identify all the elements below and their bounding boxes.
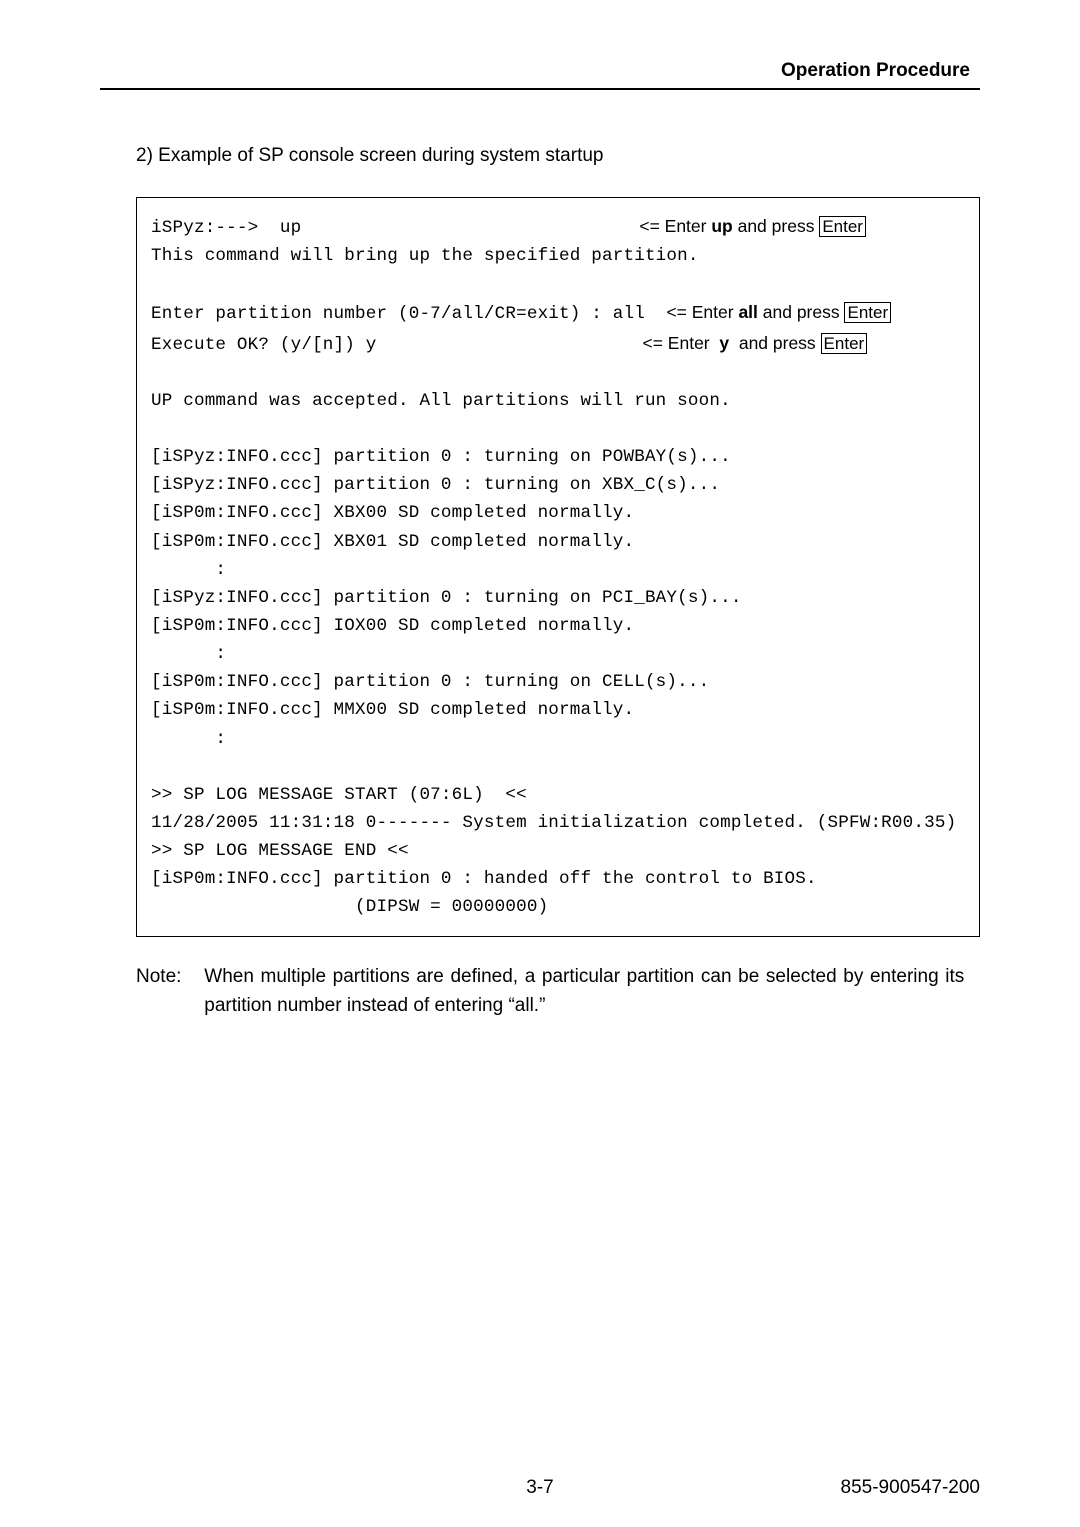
console-line: :	[151, 560, 226, 580]
console-line: >> SP LOG MESSAGE START (07:6L) <<	[151, 785, 527, 805]
console-line: iSPyz:---> up <= Enter up and press Enter	[151, 218, 866, 238]
console-line: >> SP LOG MESSAGE END <<	[151, 841, 409, 861]
console-line: [iSP0m:INFO.ccc] XBX01 SD completed norm…	[151, 532, 634, 552]
console-line: [iSPyz:INFO.ccc] partition 0 : turning o…	[151, 475, 720, 495]
note-body: When multiple partitions are defined, a …	[204, 962, 964, 1021]
console-line: [iSP0m:INFO.ccc] partition 0 : turning o…	[151, 672, 709, 692]
annotation: <= Enter up and press Enter	[639, 216, 866, 236]
console-line: Enter partition number (0-7/all/CR=exit)…	[151, 304, 891, 324]
console-box: iSPyz:---> up <= Enter up and press Enter…	[136, 197, 980, 937]
enter-key: Enter	[819, 216, 866, 237]
caption: 2) Example of SP console screen during s…	[136, 145, 980, 167]
note: Note: When multiple partitions are defin…	[136, 962, 980, 1021]
console-line: [iSP0m:INFO.ccc] MMX00 SD completed norm…	[151, 700, 634, 720]
text: Execute OK? (y/[n]) y	[151, 335, 377, 355]
console-line: This command will bring up the specified…	[151, 246, 699, 266]
console-line: (DIPSW = 00000000)	[151, 897, 548, 917]
console-line: [iSP0m:INFO.ccc] partition 0 : handed of…	[151, 869, 817, 889]
header-rule	[100, 88, 980, 90]
console-line: Execute OK? (y/[n]) y <= Enter y and pres…	[151, 335, 867, 355]
annotation: <= Enter y and press Enter	[643, 333, 868, 353]
console-line: [iSP0m:INFO.ccc] XBX00 SD completed norm…	[151, 503, 634, 523]
enter-key: Enter	[821, 333, 868, 354]
header-title: Operation Procedure	[100, 60, 980, 82]
console-line: :	[151, 729, 226, 749]
console-line: 11/28/2005 11:31:18 0------- System init…	[151, 813, 956, 833]
annotation: <= Enter all and press Enter	[666, 302, 891, 322]
text: Enter partition number (0-7/all/CR=exit)…	[151, 304, 666, 324]
console-line: [iSPyz:INFO.ccc] partition 0 : turning o…	[151, 588, 742, 608]
console-line: [iSPyz:INFO.ccc] partition 0 : turning o…	[151, 447, 731, 467]
note-label: Note:	[136, 962, 199, 991]
text: iSPyz:---> up	[151, 218, 301, 238]
console-line: [iSP0m:INFO.ccc] IOX00 SD completed norm…	[151, 616, 634, 636]
footer-docnum: 855-900547-200	[841, 1477, 980, 1499]
console-line: UP command was accepted. All partitions …	[151, 391, 731, 411]
page: Operation Procedure 2) Example of SP con…	[0, 0, 1080, 1527]
console-line: :	[151, 644, 226, 664]
enter-key: Enter	[844, 302, 891, 323]
